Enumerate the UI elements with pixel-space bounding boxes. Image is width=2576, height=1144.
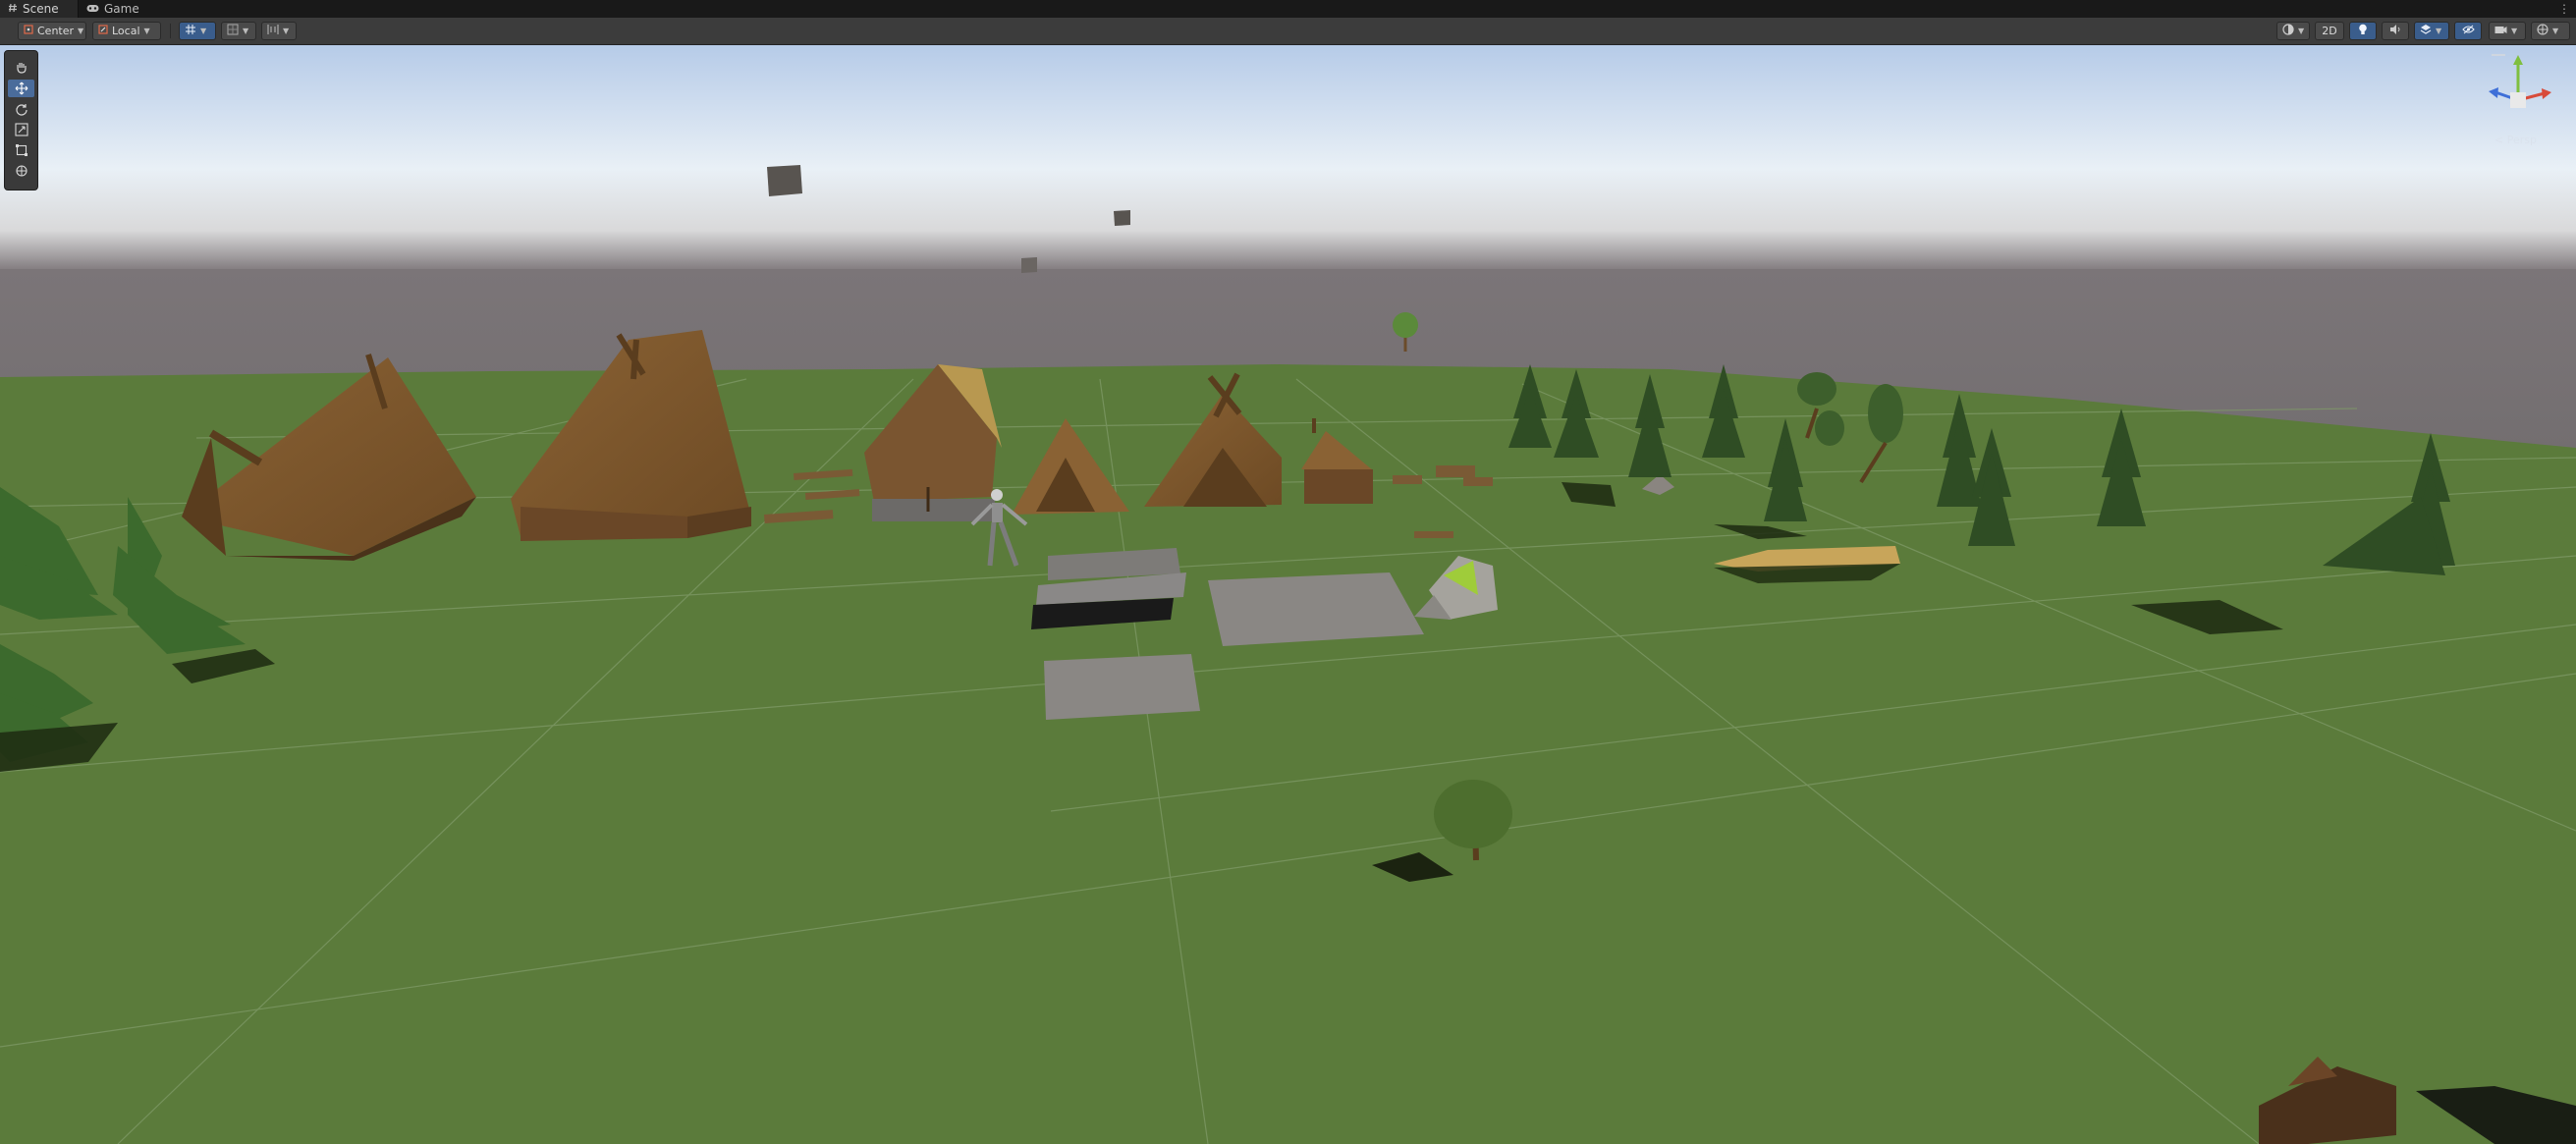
chevron-down-icon: ▼ (200, 27, 207, 35)
transform-icon (15, 165, 27, 177)
audio-toggle[interactable] (2382, 22, 2409, 40)
floating-cube[interactable] (1114, 210, 1130, 226)
more-options-icon[interactable]: ⋮ (2558, 2, 2570, 16)
gizmos-dropdown[interactable]: ▼ (2531, 22, 2570, 40)
scene-toolbar: Center ▼ Local ▼ ▼ ▼ ▼ ▼ 2D ▼ ▼ ▼ (0, 18, 2576, 45)
shading-sphere-icon (2282, 24, 2294, 38)
orientation-gizmo[interactable] (2486, 49, 2554, 137)
tab-game[interactable]: Game (79, 0, 147, 18)
move-arrows-icon (15, 82, 27, 95)
camera-icon (2494, 25, 2507, 37)
2d-mode-label: 2D (2322, 25, 2337, 37)
stone-slab[interactable] (1208, 572, 1424, 646)
chevron-down-icon: ▼ (283, 27, 290, 35)
camera-settings-dropdown[interactable]: ▼ (2489, 22, 2526, 40)
perspective-label[interactable]: < Persp (2494, 134, 2537, 146)
chevron-down-icon: ▼ (2511, 27, 2518, 35)
transform-tool[interactable] (8, 162, 34, 180)
tab-scene-label: Scene (23, 2, 59, 16)
scene-visibility-toggle[interactable] (2454, 22, 2482, 40)
pivot-mode-dropdown[interactable]: Center ▼ (18, 22, 86, 40)
rect-tool[interactable] (8, 141, 34, 159)
hash-icon (8, 2, 18, 16)
local-space-icon (98, 25, 108, 37)
move-tool[interactable] (8, 80, 34, 97)
pivot-icon (24, 25, 33, 37)
lighting-toggle[interactable] (2349, 22, 2377, 40)
speaker-icon (2389, 24, 2401, 38)
pivot-rotation-label: Local (112, 25, 140, 37)
chevron-down-icon: ▼ (143, 27, 150, 35)
chevron-down-icon: ▼ (243, 27, 249, 35)
draw-mode-dropdown[interactable]: ▼ (2276, 22, 2310, 40)
2d-mode-toggle[interactable]: 2D (2315, 22, 2344, 40)
scene-viewport[interactable]: < Persp (0, 45, 2576, 1144)
chevron-down-icon: ▼ (2436, 27, 2442, 35)
chevron-down-icon: ▼ (2298, 27, 2305, 35)
increment-snap-dropdown[interactable]: ▼ (261, 22, 297, 40)
axis-gizmo-icon (2489, 54, 2551, 108)
grid-icon (185, 24, 196, 38)
tab-scene[interactable]: Scene (0, 0, 79, 18)
stone-slab[interactable] (1031, 548, 1186, 629)
sky (0, 45, 2576, 271)
floating-cube[interactable] (767, 165, 802, 196)
rotate-tool[interactable] (8, 100, 34, 118)
increment-snap-icon (267, 24, 279, 38)
chevron-down-icon: ▼ (78, 27, 84, 35)
snap-settings-dropdown[interactable]: ▼ (221, 22, 256, 40)
grid-visibility-toggle[interactable]: ▼ (179, 22, 216, 40)
pivot-rotation-dropdown[interactable]: Local ▼ (92, 22, 161, 40)
tool-palette (4, 50, 38, 191)
lightbulb-icon (2358, 24, 2368, 38)
snap-grid-icon (227, 24, 239, 38)
gamepad-icon (86, 2, 99, 16)
pivot-mode-label: Center (37, 25, 75, 37)
rotate-icon (15, 104, 27, 116)
scene-view-tab-bar: Scene Game ⋮ (0, 0, 2576, 19)
layers-effects-icon (2420, 24, 2432, 38)
hand-icon (16, 63, 27, 74)
floating-cube[interactable] (1021, 257, 1037, 273)
gizmo-globe-icon (2537, 24, 2549, 38)
chevron-down-icon: ▼ (2552, 27, 2559, 35)
effects-dropdown[interactable]: ▼ (2414, 22, 2449, 40)
toolbar-divider (170, 24, 171, 38)
scale-icon (14, 123, 28, 136)
scale-tool[interactable] (8, 121, 34, 138)
eye-slash-icon (2461, 25, 2475, 37)
stone-slab[interactable] (1044, 654, 1200, 720)
scene-render (0, 45, 2576, 1144)
hand-tool[interactable] (8, 59, 34, 77)
tab-game-label: Game (104, 2, 139, 16)
rect-transform-icon (15, 144, 27, 156)
